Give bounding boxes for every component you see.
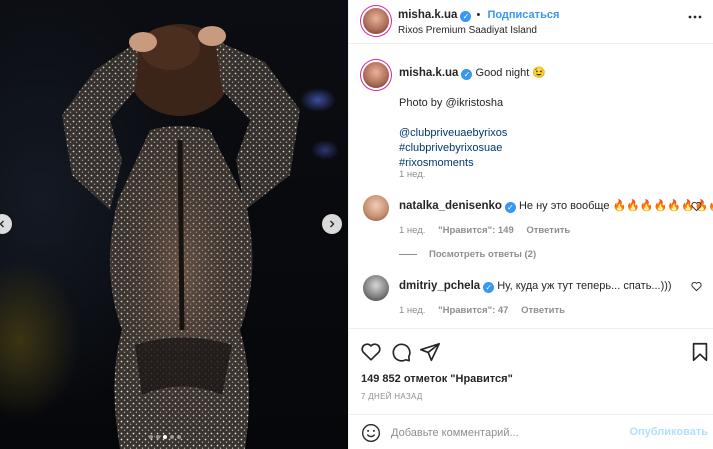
emoji-icon[interactable] <box>361 423 381 443</box>
carousel-indicator <box>149 435 181 439</box>
post-comment-button[interactable]: Опубликовать <box>629 426 708 438</box>
post-panel: misha.k.ua ✓ • Подписаться Rixos Premium … <box>348 0 713 449</box>
tag-link[interactable]: #rixosmoments <box>399 156 699 171</box>
heart-icon[interactable] <box>691 201 702 212</box>
comment-input[interactable] <box>391 423 631 443</box>
reply-button[interactable]: Ответить <box>526 225 570 236</box>
comment-text-line: dmitriy_pchela ✓ Ну, куда уж тут теперь..… <box>399 279 679 294</box>
follow-button[interactable]: Подписаться <box>487 9 559 21</box>
comments-list[interactable]: misha.k.ua ✓ Good night 😉 Photo by @ikris… <box>349 45 713 328</box>
carousel-dot <box>170 435 174 439</box>
avatar[interactable] <box>363 62 389 88</box>
comment-time: 1 нед. <box>399 305 426 316</box>
view-replies-label: Посмотреть ответы (2) <box>429 249 537 260</box>
comment-username[interactable]: natalka_denisenko <box>399 200 502 212</box>
tag-link[interactable]: #clubprivebyrixosuae <box>399 141 699 156</box>
comment-text: Не ну это вообще 🔥🔥🔥🔥🔥🔥🔥🔥 <box>518 200 713 212</box>
separator: • <box>476 9 481 21</box>
carousel-dot <box>177 435 181 439</box>
author-username[interactable]: misha.k.ua <box>398 9 457 21</box>
comment-icon[interactable] <box>390 341 412 363</box>
avatar[interactable] <box>363 195 389 221</box>
caption-time: 1 нед. <box>399 169 426 180</box>
more-icon[interactable] <box>688 10 702 24</box>
caption-username[interactable]: misha.k.ua <box>399 67 458 79</box>
caption-tags: @clubpriveuaebyrixos #clubprivebyrixosua… <box>399 126 699 171</box>
post-header: misha.k.ua ✓ • Подписаться Rixos Premium … <box>349 0 713 44</box>
verified-icon: ✓ <box>483 282 495 293</box>
reply-button[interactable]: Ответить <box>521 305 565 316</box>
chevron-right-icon <box>330 220 335 228</box>
tag-link[interactable]: @clubpriveuaebyrixos <box>399 126 699 141</box>
verified-icon: ✓ <box>504 202 516 213</box>
comment-likes[interactable]: "Нравится": 149 <box>438 225 514 236</box>
carousel-dot <box>149 435 153 439</box>
likes-count[interactable]: 149 852 отметок "Нравится" <box>361 373 513 385</box>
replies-divider <box>399 253 417 255</box>
comment-meta: 1 нед. "Нравится": 47 Ответить <box>399 305 575 316</box>
avatar[interactable] <box>363 275 389 301</box>
share-icon[interactable] <box>419 341 441 363</box>
carousel-next-button[interactable] <box>322 214 342 234</box>
comment-meta: 1 нед. "Нравится": 149 Ответить <box>399 225 580 236</box>
header-user-line: misha.k.ua ✓ • Подписаться <box>398 9 559 22</box>
post-date: 7 ДНЕЙ НАЗАД <box>361 392 423 401</box>
photo-figure <box>62 24 300 449</box>
caption-title: Good night 😉 <box>475 67 547 79</box>
carousel-dot <box>156 435 160 439</box>
comment-username[interactable]: dmitriy_pchela <box>399 280 480 292</box>
add-comment-bar: Опубликовать <box>349 414 713 449</box>
carousel-dot-active <box>163 435 167 439</box>
photo-credit: Photo by @ikristosha <box>399 97 504 109</box>
comment-time: 1 нед. <box>399 225 426 236</box>
chevron-left-icon <box>0 220 4 228</box>
bookmark-icon[interactable] <box>689 341 711 363</box>
heart-icon[interactable] <box>691 281 702 292</box>
verified-icon: ✓ <box>461 69 473 80</box>
comment-text: Ну, куда уж тут теперь... спать...))) <box>497 280 672 292</box>
location-link[interactable]: Rixos Premium Saadiyat Island <box>398 25 537 36</box>
heart-icon[interactable] <box>360 341 382 363</box>
view-replies-button[interactable]: Посмотреть ответы (2) <box>399 249 536 260</box>
comment-likes[interactable]: "Нравится": 47 <box>438 305 508 316</box>
post-caption: misha.k.ua ✓ Good night 😉 Photo by @ikris… <box>399 66 699 171</box>
avatar[interactable] <box>363 8 389 34</box>
comment-text-line: natalka_denisenko ✓ Не ну это вообще 🔥🔥🔥🔥… <box>399 199 713 214</box>
verified-icon: ✓ <box>460 11 472 22</box>
post-photo[interactable] <box>0 0 348 449</box>
post-actions: 149 852 отметок "Нравится" 7 ДНЕЙ НАЗАД … <box>349 328 713 449</box>
